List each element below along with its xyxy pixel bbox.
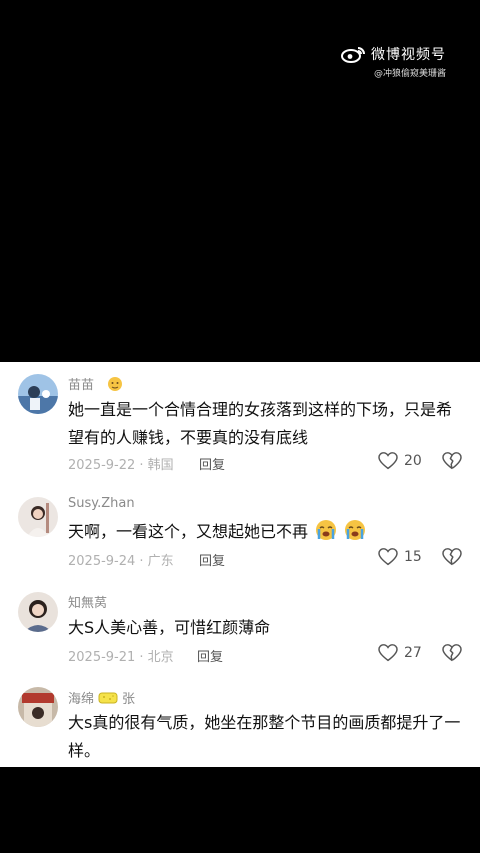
avatar[interactable] <box>18 687 58 727</box>
weibo-logo-icon <box>341 47 365 63</box>
comment-list: 苗苗 她一直是一个合情合理的女孩落到这样的下场，只是希望有的人赚钱，不要真的没有… <box>0 362 480 767</box>
broken-heart-icon <box>442 548 462 566</box>
comment-date-location: 2025-9-24 · 广东 <box>68 554 174 569</box>
username-text: Susy.Zhan <box>68 496 135 511</box>
weibo-watermark: 微博视频号 @冲狼偷窥美珊酱 <box>341 44 446 79</box>
username-text-part1: 海绵 <box>68 692 95 707</box>
bottom-black-area <box>0 767 480 853</box>
username-text-part2: 张 <box>122 692 136 707</box>
dislike-button[interactable] <box>442 548 462 570</box>
username[interactable]: 海绵 张 <box>68 688 135 707</box>
avatar[interactable] <box>18 592 58 632</box>
comment-text: 大S人美心善，可惜红颜薄命 <box>68 618 271 637</box>
username[interactable]: Susy.Zhan <box>68 496 135 511</box>
username-text: 知無莴 <box>68 596 108 611</box>
comment-text: 她一直是一个合情合理的女孩落到这样的下场，只是希望有的人赚钱，不要真的没有底线 <box>68 400 453 447</box>
reply-button[interactable]: 回复 <box>199 550 225 569</box>
broken-heart-icon <box>442 452 462 470</box>
username[interactable]: 知無莴 <box>68 592 107 611</box>
comment-text: 天啊，一看这个，又想起她已不再 <box>68 518 463 546</box>
like-count: 27 <box>404 645 422 661</box>
watermark-title: 微博视频号 <box>371 47 446 63</box>
like-count: 20 <box>404 453 422 469</box>
dislike-button[interactable] <box>442 644 462 666</box>
sponge-icon <box>98 692 118 703</box>
username[interactable]: 苗苗 <box>68 374 124 393</box>
crying-face-icon <box>345 520 366 540</box>
heart-icon <box>378 452 398 470</box>
comment-date-location: 2025-9-22 · 韩国 <box>68 458 174 473</box>
reply-button[interactable]: 回复 <box>197 646 223 665</box>
comment-text-body: 天啊，一看这个，又想起她已不再 <box>68 522 309 541</box>
comment-text: 大s真的很有气质，她坐在那整个节目的画质都提升了一样。 <box>68 713 461 760</box>
badge-emoji-icon <box>108 376 123 391</box>
avatar[interactable] <box>18 497 58 537</box>
avatar[interactable] <box>18 374 58 414</box>
watermark-handle: @冲狼偷窥美珊酱 <box>373 69 446 79</box>
comment-date-location: 2025-9-21 · 北京 <box>68 650 174 665</box>
reply-button[interactable]: 回复 <box>199 454 225 473</box>
like-button[interactable]: 15 <box>378 548 422 566</box>
like-count: 15 <box>404 549 422 565</box>
like-button[interactable]: 20 <box>378 452 422 470</box>
like-button[interactable]: 27 <box>378 644 422 662</box>
crying-face-icon <box>316 520 337 540</box>
broken-heart-icon <box>442 644 462 662</box>
heart-icon <box>378 548 398 566</box>
heart-icon <box>378 644 398 662</box>
dislike-button[interactable] <box>442 452 462 474</box>
username-text: 苗苗 <box>68 378 95 393</box>
